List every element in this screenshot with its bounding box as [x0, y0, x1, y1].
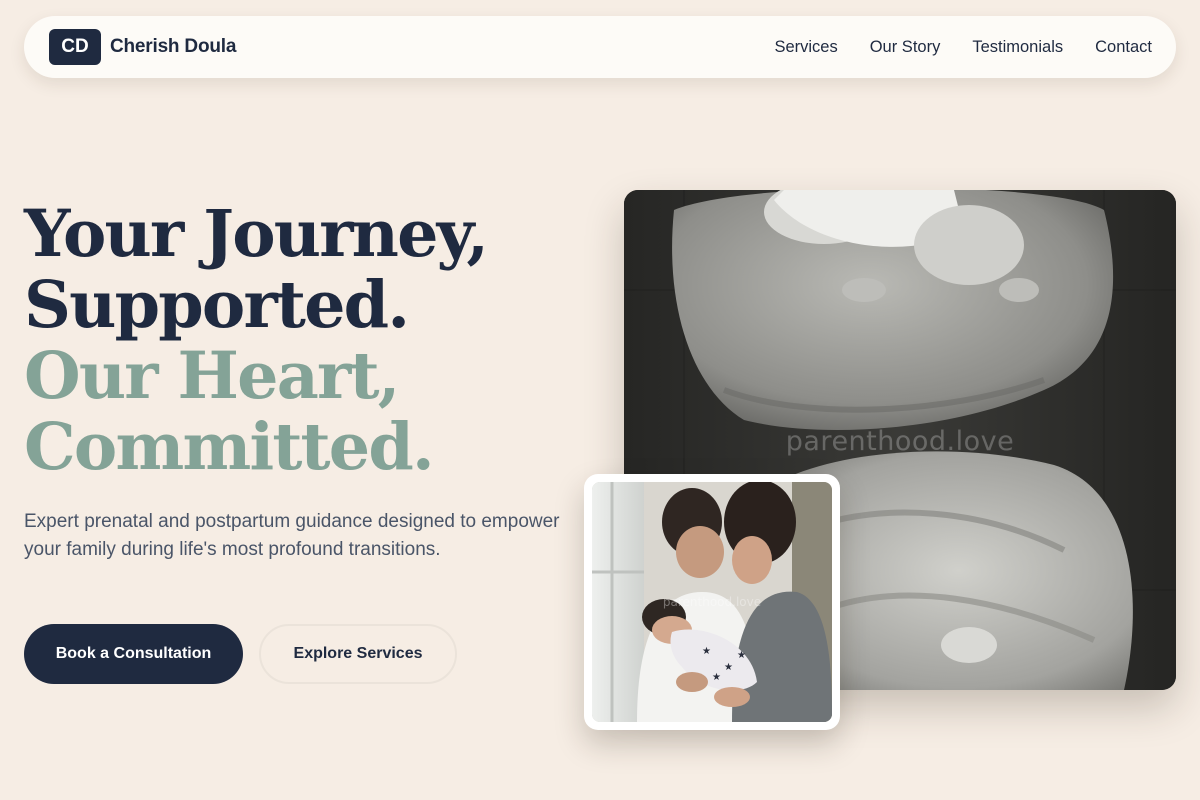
hero-headline: Your Journey, Supported. Our Heart, Comm…	[24, 199, 584, 483]
nav-link-testimonials[interactable]: Testimonials	[972, 38, 1063, 57]
inset-photo-watermark: parenthood.love	[662, 595, 762, 609]
headline-line-3: Our Heart,	[24, 338, 400, 414]
main-photo-watermark: parenthood.love	[785, 426, 1015, 457]
nav-link-services[interactable]: Services	[774, 38, 837, 57]
explore-services-button[interactable]: Explore Services	[259, 624, 457, 684]
svg-text:★: ★	[702, 646, 711, 657]
headline-line-4: Committed.	[24, 409, 435, 485]
hero-lead-text: Expert prenatal and postpartum guidance …	[24, 511, 560, 560]
book-consultation-button[interactable]: Book a Consultation	[24, 624, 243, 684]
nav-link-contact[interactable]: Contact	[1095, 38, 1152, 57]
headline-line-2: Supported.	[24, 267, 410, 343]
brand[interactable]: CD Cherish Doula	[49, 29, 236, 65]
logo-mark[interactable]: CD	[49, 29, 101, 65]
svg-text:★: ★	[737, 650, 746, 661]
top-navigation: CD Cherish Doula Services Our Story Test…	[24, 16, 1176, 78]
nav-link-our-story[interactable]: Our Story	[870, 38, 941, 57]
brand-name[interactable]: Cherish Doula	[110, 36, 236, 58]
inset-photo-frame: ★ ★ ★ ★ parenthood.love	[592, 482, 832, 722]
nav-links: Services Our Story Testimonials Contact	[774, 38, 1152, 57]
hero-inset-photo: ★ ★ ★ ★ parenthood.love	[584, 474, 840, 730]
headline-line-1: Your Journey,	[24, 196, 489, 272]
svg-text:★: ★	[712, 672, 721, 683]
svg-text:★: ★	[724, 662, 733, 673]
